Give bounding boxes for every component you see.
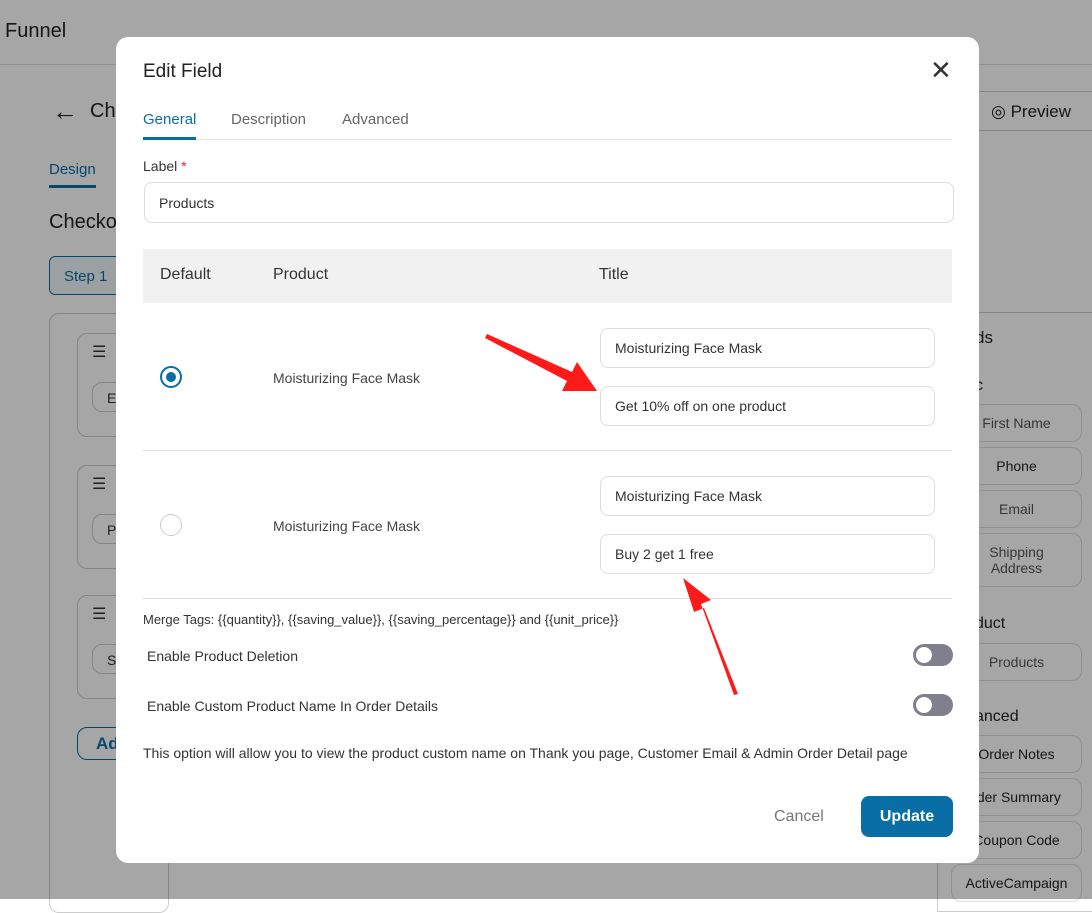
red-arrow-icon — [485, 334, 597, 391]
annotation-arrows — [485, 334, 738, 695]
red-arrow-icon — [683, 578, 738, 695]
